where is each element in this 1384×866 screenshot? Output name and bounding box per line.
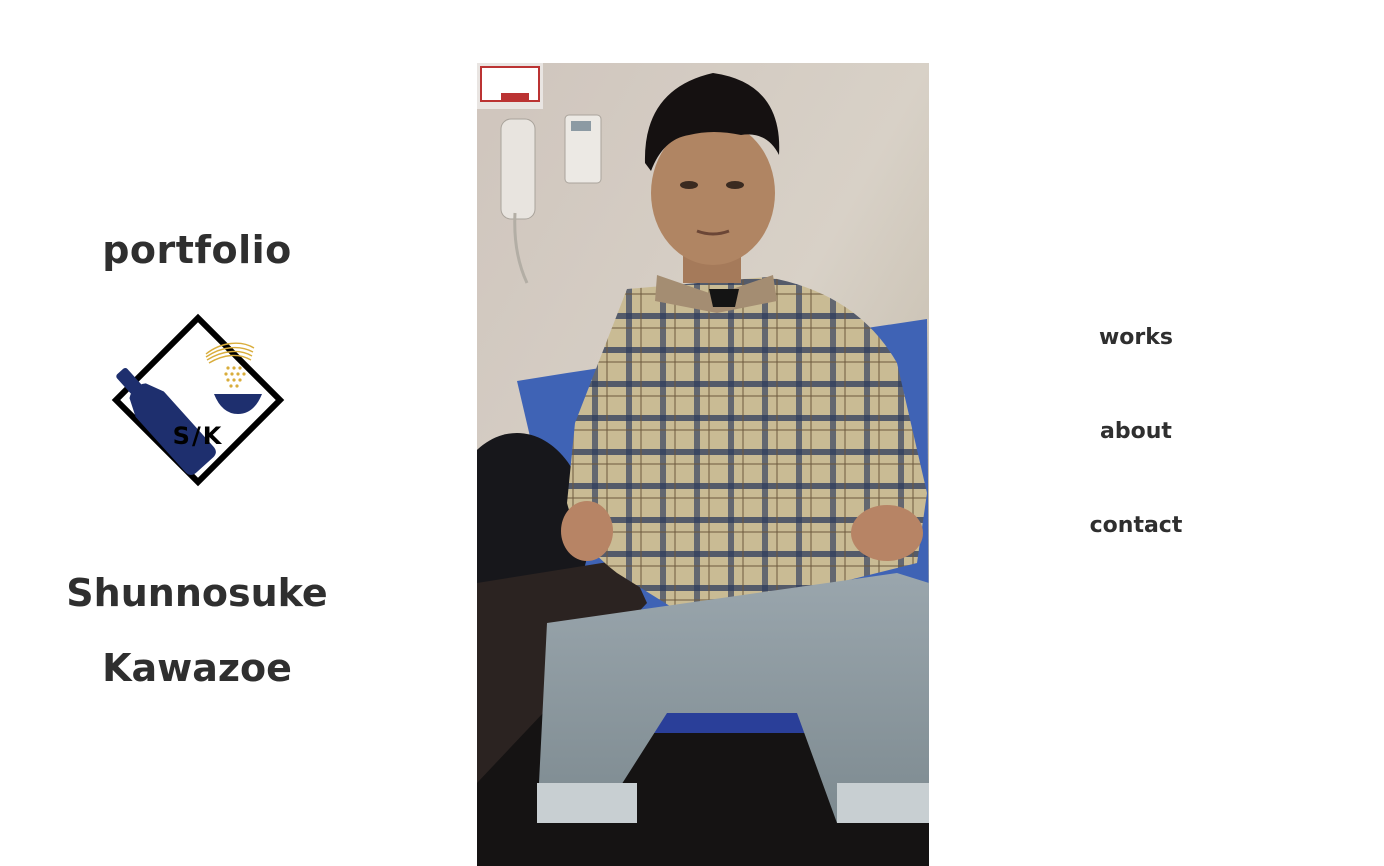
owner-first-name: Shunnosuke xyxy=(66,571,328,615)
nav-about-link[interactable]: about xyxy=(1036,404,1236,460)
site-title[interactable]: portfolio xyxy=(0,224,394,276)
main-nav: works about contact xyxy=(1036,310,1236,592)
owner-last-name: Kawazoe xyxy=(102,646,292,690)
logo[interactable]: S/K xyxy=(106,312,286,490)
sidebar: portfolio S/K Shunnosuke Kawazoe xyxy=(0,0,394,866)
portrait-photo xyxy=(477,63,929,866)
owner-name: Shunnosuke Kawazoe xyxy=(0,556,394,706)
portrait-image xyxy=(477,63,929,866)
nav-works-link[interactable]: works xyxy=(1036,310,1236,366)
sake-bottle-logo-icon: S/K xyxy=(111,313,285,487)
nav-contact-link[interactable]: contact xyxy=(1036,498,1236,554)
logo-text: S/K xyxy=(173,422,224,450)
